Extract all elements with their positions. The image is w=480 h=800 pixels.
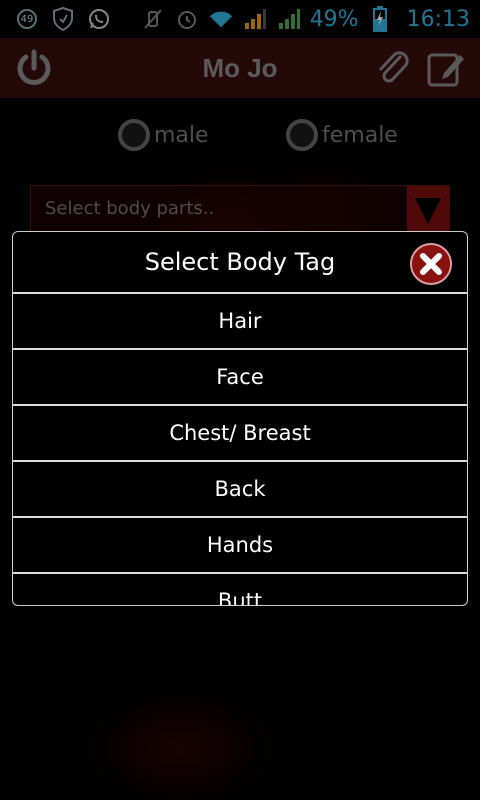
dialog-header: Select Body Tag [13, 232, 467, 292]
close-icon [410, 243, 452, 285]
body-tag-list[interactable]: Hair Face Chest/ Breast Back Hands Butt [13, 294, 467, 605]
list-item-face[interactable]: Face [13, 350, 467, 406]
list-item-butt[interactable]: Butt [13, 574, 467, 605]
select-body-tag-dialog: Select Body Tag Hair Face Chest/ Breast … [12, 231, 468, 606]
dialog-title: Select Body Tag [144, 248, 336, 276]
list-item-hands[interactable]: Hands [13, 518, 467, 574]
close-button[interactable] [409, 242, 453, 286]
list-item-chest-breast[interactable]: Chest/ Breast [13, 406, 467, 462]
list-item-hair[interactable]: Hair [13, 294, 467, 350]
list-item-back[interactable]: Back [13, 462, 467, 518]
